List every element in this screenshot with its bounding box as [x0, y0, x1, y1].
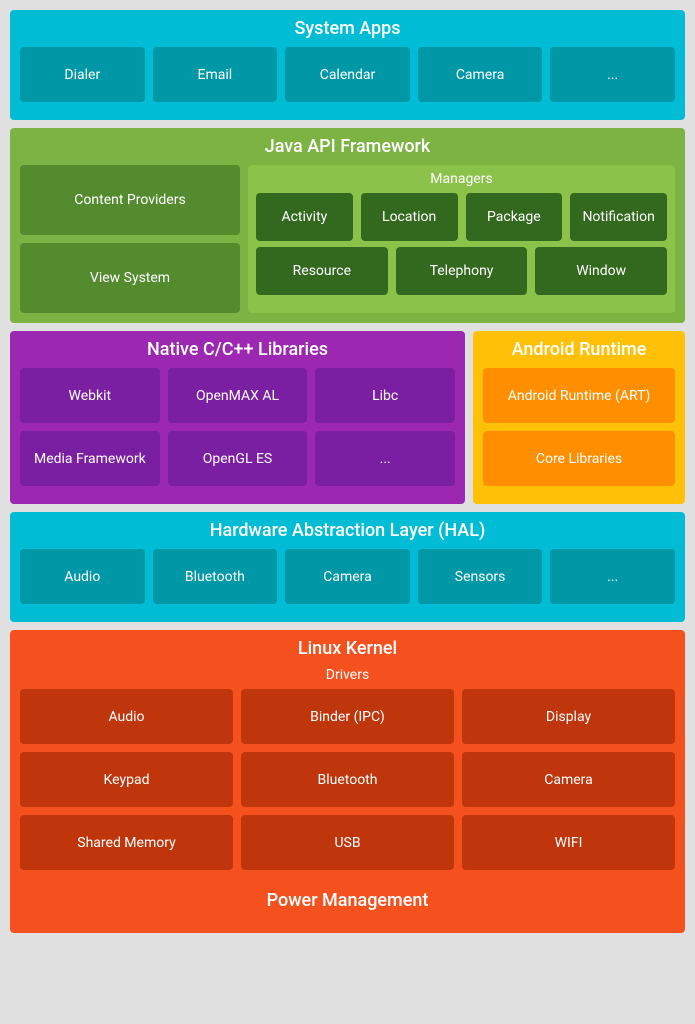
managers-title: Managers [256, 171, 667, 187]
java-api-title: Java API Framework [20, 136, 675, 157]
linux-row2: Keypad Bluetooth Camera [20, 752, 675, 807]
manager-row2: Resource Telephony Window [256, 247, 667, 295]
package-box: Package [466, 193, 563, 241]
linux-title: Linux Kernel [20, 638, 675, 659]
dialer-box: Dialer [20, 47, 145, 102]
hal-bluetooth-box: Bluetooth [153, 549, 278, 604]
core-libraries-box: Core Libraries [483, 431, 675, 486]
location-box: Location [361, 193, 458, 241]
webkit-box: Webkit [20, 368, 160, 423]
email-box: Email [153, 47, 278, 102]
art-box: Android Runtime (ART) [483, 368, 675, 423]
android-runtime-title: Android Runtime [483, 339, 675, 360]
shared-memory-box: Shared Memory [20, 815, 233, 870]
hal-sensors-box: Sensors [418, 549, 543, 604]
camera-box: Camera [418, 47, 543, 102]
libc-box: Libc [315, 368, 455, 423]
wifi-box: WIFI [462, 815, 675, 870]
java-api-left: Content Providers View System [20, 165, 240, 313]
opengl-box: OpenGL ES [168, 431, 308, 486]
java-api-layer: Java API Framework Content Providers Vie… [10, 128, 685, 323]
java-api-right: Managers Activity Location Package Notif… [248, 165, 675, 313]
system-apps-title: System Apps [20, 18, 675, 39]
keypad-box: Keypad [20, 752, 233, 807]
content-providers-box: Content Providers [20, 165, 240, 235]
native-row2: Media Framework OpenGL ES ... [20, 431, 455, 486]
notification-box: Notification [570, 193, 667, 241]
resource-box: Resource [256, 247, 388, 295]
hal-title: Hardware Abstraction Layer (HAL) [20, 520, 675, 541]
linux-row3: Shared Memory USB WIFI [20, 815, 675, 870]
media-framework-box: Media Framework [20, 431, 160, 486]
hal-camera-box: Camera [285, 549, 410, 604]
openmax-box: OpenMAX AL [168, 368, 308, 423]
middle-row: Native C/C++ Libraries Webkit OpenMAX AL… [10, 331, 685, 504]
hal-audio-box: Audio [20, 549, 145, 604]
android-runtime-layer: Android Runtime Android Runtime (ART) Co… [473, 331, 685, 504]
linux-row1: Audio Binder (IPC) Display [20, 689, 675, 744]
linux-audio-box: Audio [20, 689, 233, 744]
system-apps-layer: System Apps Dialer Email Calendar Camera… [10, 10, 685, 120]
hal-row: Audio Bluetooth Camera Sensors ... [20, 549, 675, 604]
window-box: Window [535, 247, 667, 295]
native-title: Native C/C++ Libraries [20, 339, 455, 360]
managers-container: Managers Activity Location Package Notif… [248, 165, 675, 313]
manager-row1: Activity Location Package Notification [256, 193, 667, 241]
hal-layer: Hardware Abstraction Layer (HAL) Audio B… [10, 512, 685, 622]
system-apps-row: Dialer Email Calendar Camera ... [20, 47, 675, 102]
linux-layer: Linux Kernel Drivers Audio Binder (IPC) … [10, 630, 685, 933]
linux-bluetooth-box: Bluetooth [241, 752, 454, 807]
activity-box: Activity [256, 193, 353, 241]
usb-box: USB [241, 815, 454, 870]
power-management-box: Power Management [20, 878, 675, 923]
drivers-label: Drivers [20, 667, 675, 683]
binder-box: Binder (IPC) [241, 689, 454, 744]
native-more-box: ... [315, 431, 455, 486]
calendar-box: Calendar [285, 47, 410, 102]
linux-camera-box: Camera [462, 752, 675, 807]
hal-more-box: ... [550, 549, 675, 604]
java-api-content: Content Providers View System Managers A… [20, 165, 675, 313]
view-system-box: View System [20, 243, 240, 313]
core-libs-row: Core Libraries [483, 431, 675, 486]
native-layer: Native C/C++ Libraries Webkit OpenMAX AL… [10, 331, 465, 504]
native-row1: Webkit OpenMAX AL Libc [20, 368, 455, 423]
more-box: ... [550, 47, 675, 102]
display-box: Display [462, 689, 675, 744]
art-row: Android Runtime (ART) [483, 368, 675, 423]
telephony-box: Telephony [396, 247, 528, 295]
